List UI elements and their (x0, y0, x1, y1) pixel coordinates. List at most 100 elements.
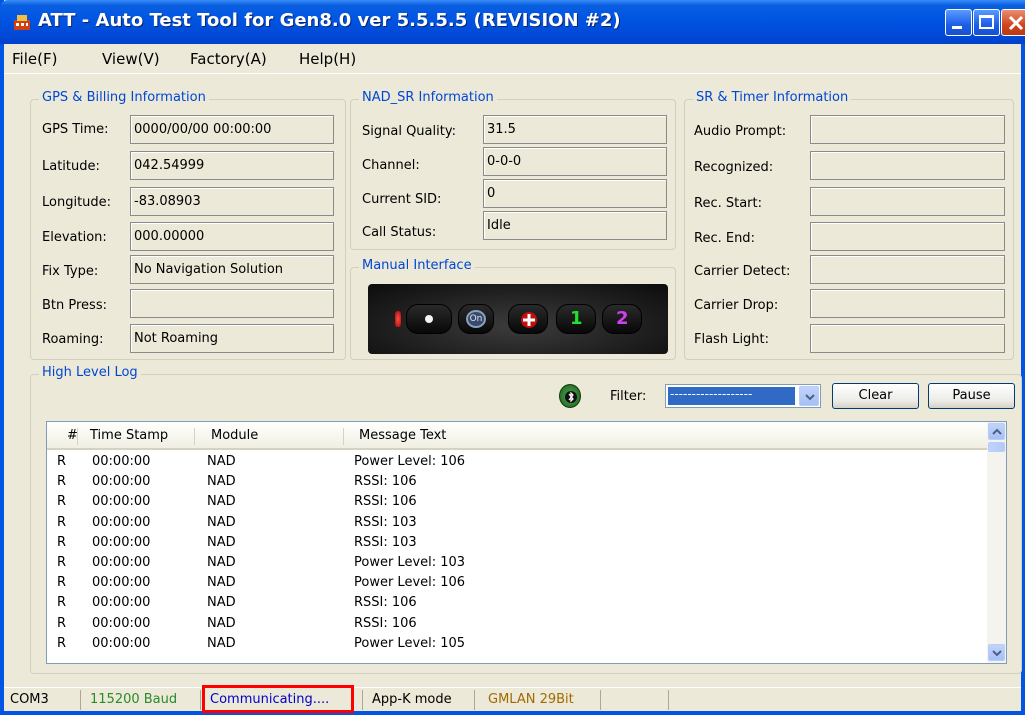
log-cell-number: R (57, 454, 67, 469)
channel-label: Channel: (362, 158, 420, 173)
rec-end-field (810, 222, 1005, 251)
column-header-time-stamp[interactable]: Time Stamp (80, 428, 195, 445)
rec-end-label: Rec. End: (694, 231, 755, 246)
button-2[interactable]: 2 (602, 304, 642, 334)
flash-light-label: Flash Light: (694, 332, 770, 347)
log-table-header: # Time Stamp Module Message Text (47, 422, 987, 450)
close-icon (1008, 15, 1024, 31)
status-divider (474, 690, 475, 710)
btn-press-label: Btn Press: (42, 298, 107, 313)
status-divider (200, 690, 201, 710)
log-cell-number: R (57, 474, 67, 490)
filter-dropdown-arrow[interactable] (799, 386, 819, 406)
log-row[interactable]: R 00:00:00 NAD Power Level: 106 (47, 573, 987, 594)
log-cell-module: NAD (207, 514, 236, 530)
scroll-thumb[interactable] (988, 442, 1005, 452)
manual-interface-legend: Manual Interface (359, 258, 475, 273)
maximize-button[interactable] (973, 9, 1000, 36)
log-row[interactable]: R 00:00:00 NAD Power Level: 103 (47, 553, 987, 574)
status-mode: App-K mode (372, 692, 452, 707)
log-cell-module: NAD (207, 454, 236, 469)
high-level-log-legend: High Level Log (39, 365, 141, 380)
call-status-field: Idle (483, 211, 667, 240)
roaming-label: Roaming: (42, 332, 104, 347)
column-header-module[interactable]: Module (199, 428, 344, 445)
current-sid-label: Current SID: (362, 192, 442, 207)
clear-button[interactable]: Clear (832, 383, 919, 409)
log-cell-time: 00:00:00 (92, 615, 151, 631)
log-cell-module: NAD (207, 555, 236, 570)
latitude-label: Latitude: (42, 159, 100, 174)
bluetooth-icon (565, 391, 577, 403)
audio-prompt-label: Audio Prompt: (694, 124, 787, 139)
log-row[interactable]: R 00:00:00 NAD RSSI: 106 (47, 614, 987, 635)
gps-time-label: GPS Time: (42, 122, 109, 137)
log-table[interactable]: # Time Stamp Module Message Text R 00:00:… (46, 421, 1007, 664)
dot-button[interactable] (406, 304, 452, 334)
log-cell-message: Power Level: 106 (354, 575, 466, 591)
carrier-drop-label: Carrier Drop: (694, 298, 779, 313)
close-button[interactable] (1001, 9, 1025, 36)
sr-timer-legend: SR & Timer Information (693, 90, 852, 105)
bluetooth-button[interactable] (559, 384, 581, 408)
app-icon (14, 15, 30, 30)
filter-combobox[interactable]: ------------------- (665, 384, 821, 408)
elevation-field: 000.00000 (130, 222, 334, 251)
status-baud: 115200 Baud (90, 692, 178, 707)
roaming-field: Not Roaming (130, 324, 334, 353)
log-cell-time: 00:00:00 (92, 555, 151, 570)
log-cell-module: NAD (207, 474, 236, 490)
log-row[interactable]: R 00:00:00 NAD RSSI: 106 (47, 472, 987, 493)
log-cell-module: NAD (207, 635, 236, 651)
log-cell-message: Power Level: 103 (354, 555, 466, 570)
menu-view[interactable]: View(V) (102, 50, 160, 68)
scroll-down-button[interactable] (988, 644, 1005, 661)
gps-time-field: 0000/00/00 00:00:00 (130, 115, 334, 144)
menu-file[interactable]: File(F) (12, 50, 57, 68)
log-cell-time: 00:00:00 (92, 635, 151, 651)
emergency-button[interactable] (508, 304, 548, 334)
status-divider (362, 690, 363, 710)
column-header-message-text[interactable]: Message Text (347, 428, 987, 445)
app-window: ATT - Auto Test Tool for Gen8.0 ver 5.5.… (0, 0, 1025, 715)
current-sid-field: 0 (483, 179, 667, 208)
status-divider (668, 690, 669, 710)
button-1[interactable]: 1 (556, 304, 596, 334)
log-row[interactable]: R 00:00:00 NAD RSSI: 103 (47, 513, 987, 534)
log-cell-time: 00:00:00 (92, 474, 151, 490)
minimize-icon (952, 26, 962, 29)
log-row[interactable]: R 00:00:00 NAD RSSI: 103 (47, 533, 987, 554)
pause-button[interactable]: Pause (928, 383, 1015, 409)
rec-start-label: Rec. Start: (694, 196, 762, 211)
menu-factory[interactable]: Factory(A) (190, 50, 267, 68)
log-cell-time: 00:00:00 (92, 595, 151, 611)
log-scrollbar[interactable] (987, 422, 1006, 663)
onstar-button[interactable]: On (458, 304, 494, 334)
log-cell-number: R (57, 595, 67, 611)
log-row[interactable]: R 00:00:00 NAD RSSI: 106 (47, 593, 987, 614)
scroll-up-button[interactable] (988, 423, 1005, 440)
log-row[interactable]: R 00:00:00 NAD Power Level: 105 (47, 634, 987, 655)
carrier-drop-field (810, 289, 1005, 318)
log-cell-number: R (57, 635, 67, 651)
rec-start-field (810, 187, 1005, 216)
log-cell-message: Power Level: 106 (354, 454, 466, 469)
log-cell-time: 00:00:00 (92, 514, 151, 530)
log-cell-time: 00:00:00 (92, 534, 151, 550)
log-row[interactable]: R 00:00:00 NAD Power Level: 106 (47, 452, 987, 473)
status-divider (600, 690, 601, 710)
log-cell-module: NAD (207, 595, 236, 611)
maximize-icon (979, 15, 994, 29)
minimize-button[interactable] (945, 9, 972, 36)
recognized-field (810, 151, 1005, 180)
column-header-number[interactable]: # (52, 428, 78, 445)
log-cell-message: RSSI: 106 (354, 474, 417, 490)
filter-label: Filter: (610, 389, 647, 404)
menu-help[interactable]: Help(H) (299, 50, 356, 68)
manual-interface-panel: On 1 2 (368, 284, 668, 354)
status-bus: GMLAN 29Bit (488, 692, 574, 707)
log-row[interactable]: R 00:00:00 NAD RSSI: 106 (47, 492, 987, 513)
title-bar[interactable]: ATT - Auto Test Tool for Gen8.0 ver 5.5.… (0, 0, 1025, 44)
fix-type-field: No Navigation Solution (130, 255, 334, 284)
log-cell-message: RSSI: 103 (354, 534, 417, 550)
